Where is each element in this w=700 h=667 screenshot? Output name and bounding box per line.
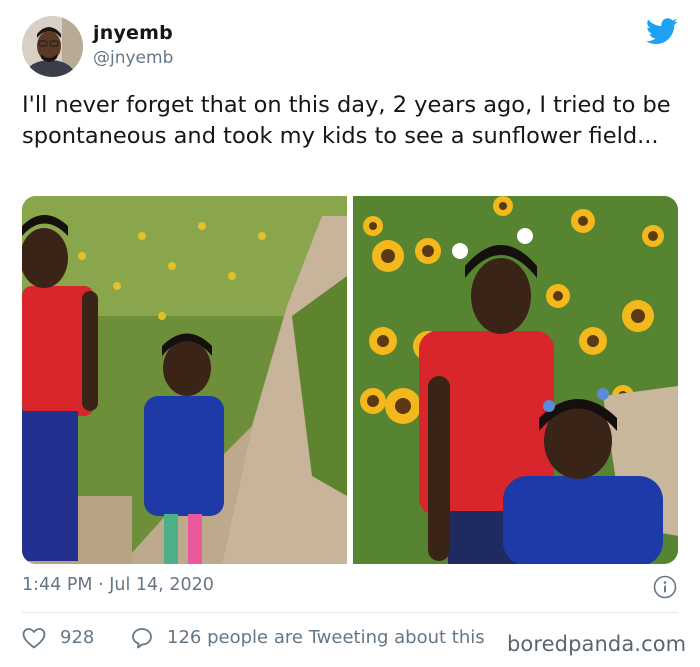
avatar[interactable] (22, 16, 83, 77)
heart-icon[interactable] (22, 627, 46, 649)
speech-bubble-icon[interactable] (131, 627, 153, 649)
tweet-date: Jul 14, 2020 (109, 575, 214, 595)
display-name[interactable]: jnyemb (93, 22, 173, 44)
info-icon[interactable] (653, 575, 677, 599)
photo-path-field[interactable] (22, 196, 347, 564)
tweet-text: I'll never forget that on this day, 2 ye… (22, 92, 671, 149)
tweet-time: 1:44 PM (22, 575, 93, 595)
user-handle[interactable]: @jnyemb (93, 48, 173, 68)
tweet-card: jnyemb @jnyemb I'll never forget that on… (0, 0, 700, 667)
tweeting-about-link[interactable]: 126 people are Tweeting about this (167, 627, 485, 648)
watermark: boredpanda.com (505, 632, 689, 656)
twitter-bird-icon[interactable] (646, 18, 678, 45)
like-count[interactable]: 928 (60, 627, 94, 648)
photo-sunflower-field[interactable] (353, 196, 678, 564)
divider (22, 612, 678, 613)
tweet-media[interactable] (22, 196, 678, 564)
timestamp-separator: · (98, 575, 104, 595)
tweet-timestamp[interactable]: 1:44 PM · Jul 14, 2020 (22, 575, 214, 595)
